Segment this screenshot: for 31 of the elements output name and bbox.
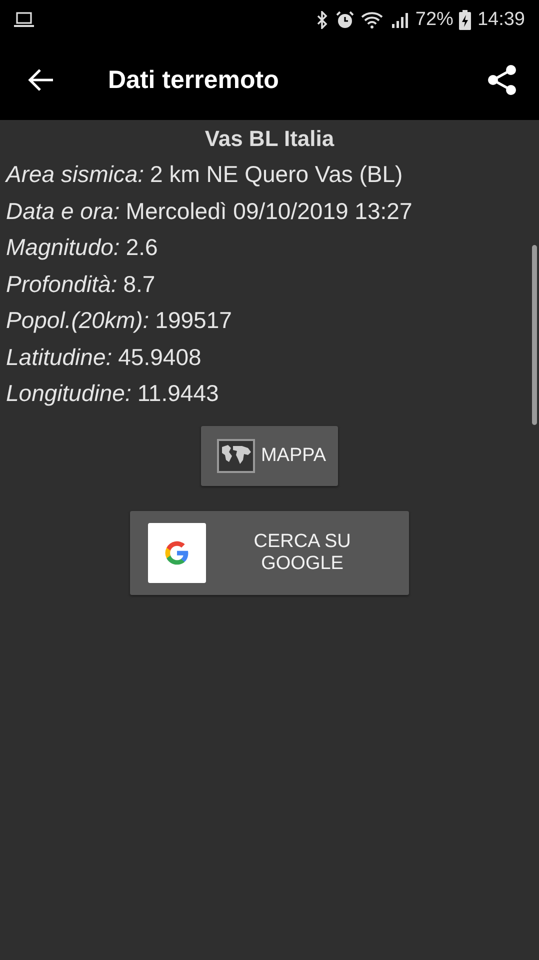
field-value: Mercoledì 09/10/2019 13:27 bbox=[126, 196, 412, 226]
field-label: Latitudine: bbox=[6, 342, 112, 372]
alarm-clock-icon bbox=[335, 10, 356, 30]
field-label: Data e ora: bbox=[6, 196, 120, 226]
google-search-button[interactable]: CERCA SU GOOGLE bbox=[130, 510, 409, 594]
battery-percent: 72% bbox=[415, 9, 454, 31]
field-value: 45.9408 bbox=[118, 342, 202, 372]
battery-icon bbox=[459, 10, 472, 30]
bluetooth-icon bbox=[315, 11, 330, 29]
wifi-icon bbox=[361, 11, 386, 29]
field-value: 8.7 bbox=[123, 270, 156, 298]
field-value: 199517 bbox=[155, 306, 232, 335]
location-title: Vas BL Italia bbox=[204, 126, 336, 152]
scrollbar[interactable] bbox=[532, 245, 537, 425]
field-label: Area sismica: bbox=[6, 160, 144, 189]
screen-title: Dati terremoto bbox=[108, 66, 280, 94]
field-value: 2 km NE Quero Vas (BL) bbox=[150, 160, 403, 189]
map-button[interactable]: MAPPA bbox=[200, 426, 338, 486]
field-label: Profondità: bbox=[6, 270, 118, 298]
field-value: 2.6 bbox=[126, 233, 158, 262]
google-logo-icon bbox=[162, 538, 191, 566]
field-label: Longitudine: bbox=[6, 379, 132, 408]
back-arrow-icon[interactable] bbox=[28, 68, 54, 92]
field-label: Popol.(20km): bbox=[6, 306, 150, 335]
clock-time: 14:39 bbox=[477, 9, 525, 31]
world-map-icon bbox=[216, 438, 255, 472]
signal-icon bbox=[391, 11, 410, 29]
field-value: 11.9443 bbox=[137, 379, 219, 408]
field-label: Magnitudo: bbox=[6, 233, 120, 262]
laptop-icon bbox=[14, 12, 34, 28]
share-icon[interactable] bbox=[487, 64, 517, 96]
